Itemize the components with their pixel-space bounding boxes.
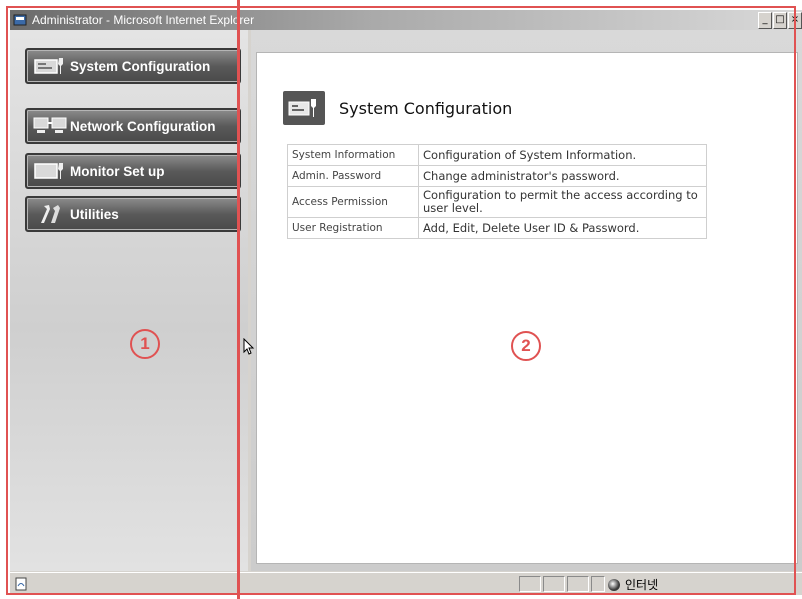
- annotation-frame: [6, 6, 796, 595]
